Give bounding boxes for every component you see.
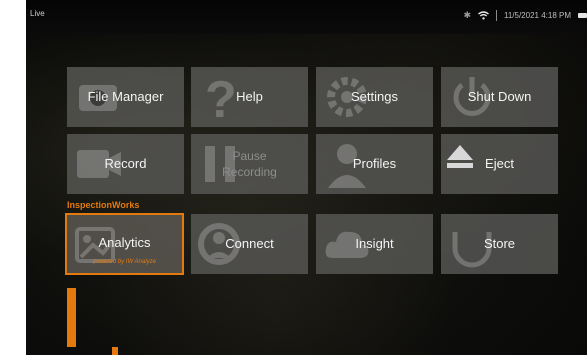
analytics-label: Analytics: [98, 235, 151, 250]
store-button[interactable]: Store: [441, 214, 558, 274]
profiles-button[interactable]: Profiles: [316, 134, 433, 194]
pause-recording-label: Pause Recording: [222, 149, 277, 179]
profiles-label: Profiles: [352, 156, 397, 171]
file-manager-button[interactable]: File Manager: [67, 67, 184, 127]
insight-button[interactable]: Insight: [316, 214, 433, 274]
record-button[interactable]: Record: [67, 134, 184, 194]
shut-down-button[interactable]: Shut Down: [441, 67, 558, 127]
settings-label: Settings: [351, 89, 398, 104]
shut-down-label: Shut Down: [467, 89, 532, 104]
eject-label: Eject: [485, 156, 514, 171]
insight-label: Insight: [355, 236, 394, 251]
analytics-button[interactable]: Analytics powered by IW Analyze: [65, 213, 184, 275]
help-button[interactable]: ? Help: [191, 67, 308, 127]
pause-recording-button[interactable]: Pause Recording: [191, 134, 308, 194]
file-manager-label: File Manager: [87, 89, 164, 104]
settings-button[interactable]: Settings: [316, 67, 433, 127]
analytics-powered-by: powered by IW Analyze: [93, 259, 156, 265]
help-label: Help: [236, 89, 263, 104]
record-label: Record: [104, 156, 147, 171]
svg-text:?: ?: [205, 71, 237, 123]
connect-button[interactable]: Connect: [191, 214, 308, 274]
connect-label: Connect: [225, 236, 274, 251]
inspectionworks-label: InspectionWorks: [67, 200, 140, 210]
orange-annotation-marker: [67, 288, 118, 355]
eject-icon: [447, 145, 473, 168]
store-label: Store: [483, 236, 516, 251]
eject-button[interactable]: Eject: [441, 134, 558, 194]
app-screen: Live ✱ 11/5/2021 4:18 PM File Manager ? …: [26, 0, 587, 355]
